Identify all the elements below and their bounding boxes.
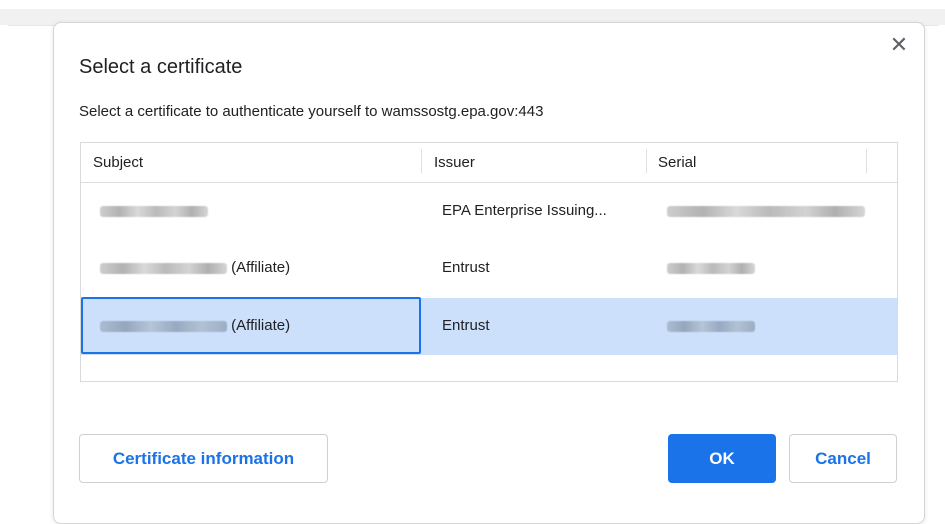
redacted-subject: [100, 262, 227, 274]
subject-suffix: (Affiliate): [231, 317, 291, 334]
close-icon[interactable]: ✕: [887, 33, 911, 57]
certificate-table: Subject Issuer Serial EPA Enterprise Iss…: [80, 142, 898, 382]
table-row-selected[interactable]: (Affiliate) Entrust: [81, 297, 897, 355]
issuer-cell: Entrust: [442, 317, 490, 334]
subject-cell: [100, 202, 208, 219]
subject-cell: (Affiliate): [100, 317, 290, 334]
cancel-button[interactable]: Cancel: [789, 434, 897, 483]
column-divider[interactable]: [421, 149, 422, 173]
issuer-cell: EPA Enterprise Issuing...: [442, 202, 607, 219]
redacted-serial: [667, 320, 755, 332]
table-row[interactable]: (Affiliate) Entrust: [81, 240, 897, 297]
certificate-information-button[interactable]: Certificate information: [79, 434, 328, 483]
subject-cell: (Affiliate): [100, 259, 290, 276]
redacted-serial: [667, 262, 755, 274]
certificate-dialog: ✕ Select a certificate Select a certific…: [53, 22, 925, 524]
column-divider[interactable]: [646, 149, 647, 173]
column-header-subject[interactable]: Subject: [93, 154, 143, 171]
column-header-issuer[interactable]: Issuer: [434, 154, 475, 171]
redacted-subject: [100, 320, 227, 332]
subject-suffix: (Affiliate): [231, 259, 291, 276]
issuer-cell: Entrust: [442, 259, 490, 276]
table-header: Subject Issuer Serial: [81, 143, 897, 183]
redacted-serial: [667, 205, 865, 217]
serial-cell: [667, 259, 755, 276]
redacted-subject: [100, 205, 208, 217]
serial-cell: [667, 317, 755, 334]
column-header-serial[interactable]: Serial: [658, 154, 696, 171]
column-divider[interactable]: [866, 149, 867, 173]
table-row[interactable]: EPA Enterprise Issuing...: [81, 183, 897, 240]
dialog-title: Select a certificate: [79, 56, 243, 78]
serial-cell: [667, 202, 865, 219]
ok-button[interactable]: OK: [668, 434, 776, 483]
dialog-description: Select a certificate to authenticate you…: [79, 103, 544, 120]
